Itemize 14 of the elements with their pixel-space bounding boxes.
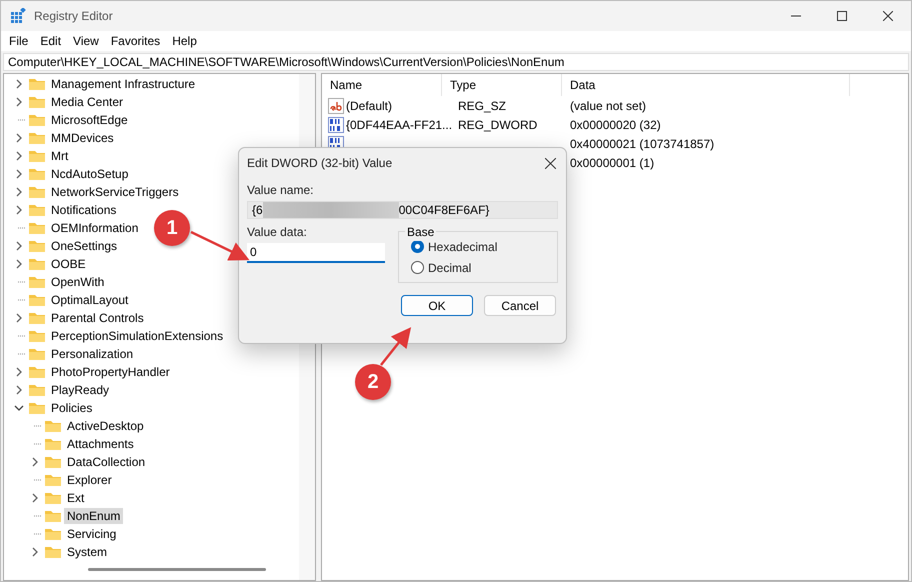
value-name: (Default) — [346, 98, 392, 114]
value-name: {0DF44EAA-FF21... — [346, 116, 452, 134]
value-data-label: Value data: — [247, 224, 308, 241]
value-data: (value not set) — [569, 98, 646, 114]
radio-label: Hexadecimal — [428, 238, 498, 256]
value-data: 0x00000001 (1) — [569, 154, 654, 172]
dialog-title: Edit DWORD (32-bit) Value — [247, 155, 392, 172]
value-data: 0x40000021 (1073741857) — [569, 136, 714, 152]
value-type: REG_SZ — [457, 98, 508, 114]
value-name-field: {6 00C04F8EF6AF} — [247, 201, 558, 219]
radio-label: Decimal — [428, 260, 472, 276]
window-title: Registry Editor — [34, 8, 113, 25]
value-name-label: Value name: — [247, 182, 314, 199]
value-data: 0x00000020 (32) — [569, 116, 661, 134]
